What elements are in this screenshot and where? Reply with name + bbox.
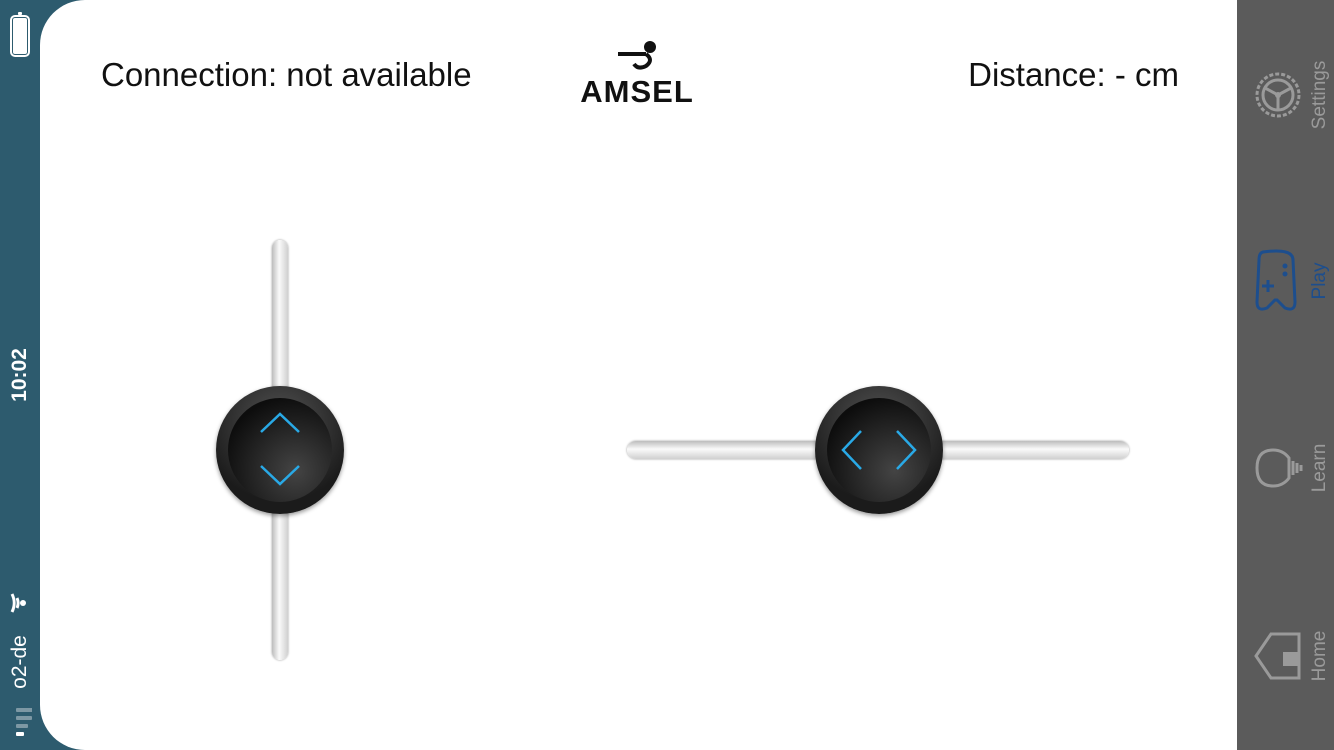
horizontal-slider-knob[interactable] [815, 386, 943, 514]
tab-play[interactable]: Play [1237, 190, 1334, 370]
home-icon [1254, 632, 1301, 680]
tab-label-settings: Settings [1309, 60, 1330, 130]
status-bar: 10:02 o2-de [0, 0, 40, 750]
lightbulb-icon [1255, 448, 1303, 488]
status-time: 10:02 [8, 348, 31, 402]
tab-settings[interactable]: Settings [1237, 0, 1334, 180]
battery-icon [10, 12, 30, 57]
distance-readout: Distance: - cm [968, 56, 1179, 93]
steering-wheel-icon [1255, 72, 1301, 118]
signal-strength-icon [16, 708, 32, 736]
connection-status: Connection: not available [101, 56, 472, 93]
up-down-chevrons-icon [260, 412, 300, 486]
main-panel: Connection: not available AMSEL Distance… [40, 0, 1237, 750]
left-right-chevrons-icon [841, 430, 917, 470]
tab-home[interactable]: Home [1237, 570, 1334, 750]
amsel-logo: AMSEL [576, 38, 698, 110]
gamepad-icon [1255, 249, 1297, 311]
tab-label-learn: Learn [1309, 443, 1330, 493]
status-carrier: o2-de [8, 635, 31, 689]
tab-label-home: Home [1309, 630, 1330, 682]
logo-text: AMSEL [580, 74, 694, 109]
tab-bar: Settings Play Learn Home [1237, 0, 1334, 750]
tab-learn[interactable]: Learn [1237, 380, 1334, 560]
vertical-slider-knob[interactable] [216, 386, 344, 514]
tab-label-play: Play [1309, 262, 1330, 300]
wifi-icon [10, 593, 26, 613]
